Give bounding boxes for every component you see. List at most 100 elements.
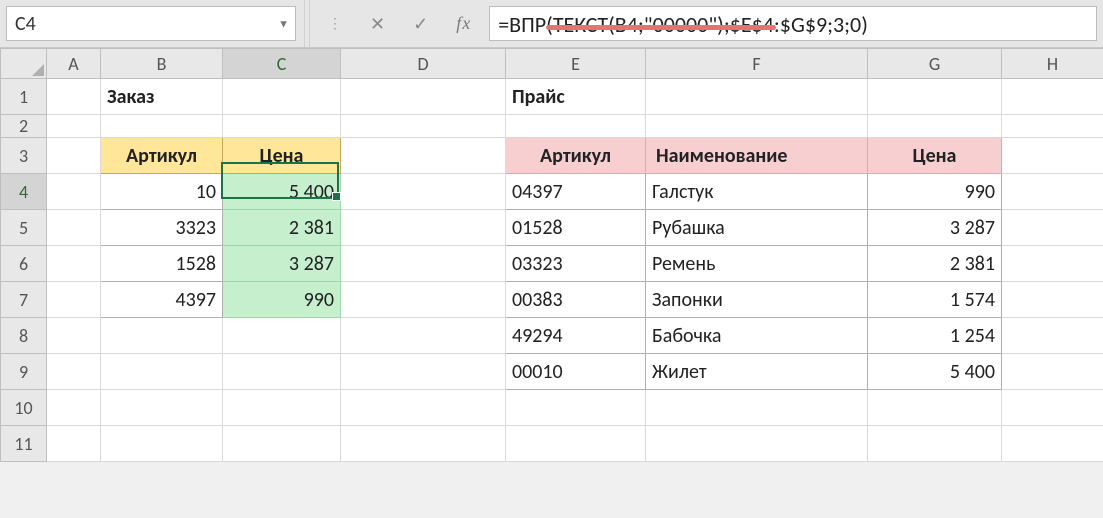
cell-B2[interactable] [101,115,223,138]
col-header-D[interactable]: D [341,49,506,79]
cell-G10[interactable] [868,390,1002,426]
cell-F4[interactable]: Галстук [646,174,868,210]
cell-F8[interactable]: Бабочка [646,318,868,354]
cell-H11[interactable] [1002,426,1103,462]
cell-F3[interactable]: Наименование [646,138,868,174]
cell-C7[interactable]: 990 [223,282,341,318]
cell-C3[interactable]: Цена [223,138,341,174]
cell-A6[interactable] [47,246,101,282]
col-header-B[interactable]: B [101,49,223,79]
cell-F6[interactable]: Ремень [646,246,868,282]
cell-D8[interactable] [341,318,506,354]
row-header-10[interactable]: 10 [1,390,47,426]
row-header-2[interactable]: 2 [1,115,47,138]
cell-D6[interactable] [341,246,506,282]
cell-B6[interactable]: 1528 [101,246,223,282]
cell-D1[interactable] [341,79,506,115]
cell-H5[interactable] [1002,210,1103,246]
cell-D7[interactable] [341,282,506,318]
row-header-7[interactable]: 7 [1,282,47,318]
row-header-6[interactable]: 6 [1,246,47,282]
cell-F2[interactable] [646,115,868,138]
cell-B1[interactable]: Заказ [101,79,223,115]
row-header-1[interactable]: 1 [1,79,47,115]
cell-E9[interactable]: 00010 [506,354,646,390]
cell-D9[interactable] [341,354,506,390]
cell-G4[interactable]: 990 [868,174,1002,210]
row-header-8[interactable]: 8 [1,318,47,354]
cell-H10[interactable] [1002,390,1103,426]
cell-A3[interactable] [47,138,101,174]
cell-D5[interactable] [341,210,506,246]
cell-D4[interactable] [341,174,506,210]
col-header-A[interactable]: A [47,49,101,79]
cell-G9[interactable]: 5 400 [868,354,1002,390]
cell-C6[interactable]: 3 287 [223,246,341,282]
cell-E5[interactable]: 01528 [506,210,646,246]
cell-E4[interactable]: 04397 [506,174,646,210]
cell-G1[interactable] [868,79,1002,115]
col-header-C[interactable]: C [223,49,341,79]
cell-D2[interactable] [341,115,506,138]
cell-G2[interactable] [868,115,1002,138]
col-header-F[interactable]: F [646,49,868,79]
cell-A9[interactable] [47,354,101,390]
cell-A7[interactable] [47,282,101,318]
col-header-E[interactable]: E [506,49,646,79]
cell-H8[interactable] [1002,318,1103,354]
cell-E2[interactable] [506,115,646,138]
row-header-11[interactable]: 11 [1,426,47,462]
cell-D3[interactable] [341,138,506,174]
cell-C11[interactable] [223,426,341,462]
cell-E6[interactable]: 03323 [506,246,646,282]
cell-G8[interactable]: 1 254 [868,318,1002,354]
cancel-icon[interactable]: ✕ [370,13,385,35]
cell-C8[interactable] [223,318,341,354]
col-header-H[interactable]: H [1002,49,1103,79]
cell-C9[interactable] [223,354,341,390]
expand-icon[interactable]: ⋮ [328,15,342,32]
cell-A5[interactable] [47,210,101,246]
cell-F9[interactable]: Жилет [646,354,868,390]
row-header-9[interactable]: 9 [1,354,47,390]
cell-G5[interactable]: 3 287 [868,210,1002,246]
cell-B8[interactable] [101,318,223,354]
cell-E11[interactable] [506,426,646,462]
cell-E7[interactable]: 00383 [506,282,646,318]
cell-B3[interactable]: Артикул [101,138,223,174]
row-header-3[interactable]: 3 [1,138,47,174]
cell-G11[interactable] [868,426,1002,462]
cell-B7[interactable]: 4397 [101,282,223,318]
cell-A10[interactable] [47,390,101,426]
cell-C1[interactable] [223,79,341,115]
cell-F1[interactable] [646,79,868,115]
cell-E3[interactable]: Артикул [506,138,646,174]
cell-B11[interactable] [101,426,223,462]
cell-B4[interactable]: 10 [101,174,223,210]
col-header-G[interactable]: G [868,49,1002,79]
cell-C10[interactable] [223,390,341,426]
cell-C4[interactable]: 5 400 [223,174,341,210]
cell-A1[interactable] [47,79,101,115]
confirm-icon[interactable]: ✓ [413,13,428,35]
cell-F10[interactable] [646,390,868,426]
cell-A11[interactable] [47,426,101,462]
cell-B9[interactable] [101,354,223,390]
select-all-corner[interactable] [1,49,47,79]
cell-B10[interactable] [101,390,223,426]
cell-H2[interactable] [1002,115,1103,138]
cell-F5[interactable]: Рубашка [646,210,868,246]
cell-A2[interactable] [47,115,101,138]
row-header-4[interactable]: 4 [1,174,47,210]
spreadsheet-grid[interactable]: A B C D E F G H 1 Заказ Прайс 2 3 [0,48,1103,462]
cell-E1[interactable]: Прайс [506,79,646,115]
cell-G7[interactable]: 1 574 [868,282,1002,318]
fx-icon[interactable]: fx [456,13,471,34]
cell-H4[interactable] [1002,174,1103,210]
cell-E8[interactable]: 49294 [506,318,646,354]
cell-A4[interactable] [47,174,101,210]
cell-H7[interactable] [1002,282,1103,318]
cell-H6[interactable] [1002,246,1103,282]
cell-H1[interactable] [1002,79,1103,115]
cell-B5[interactable]: 3323 [101,210,223,246]
